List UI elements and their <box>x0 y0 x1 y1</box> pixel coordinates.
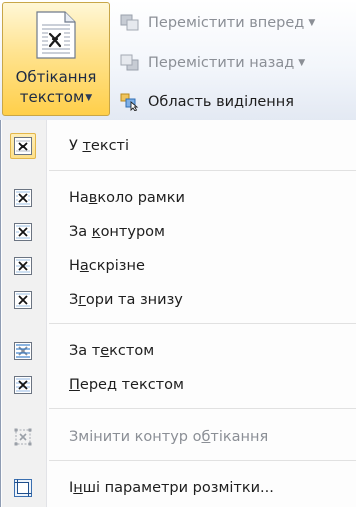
menu-item-square[interactable]: Навколо рамки <box>1 181 356 215</box>
send-backward-label: Перемістити назад <box>148 55 295 71</box>
edit-wrap-points-icon <box>14 428 32 446</box>
in-line-with-text-icon <box>14 137 32 155</box>
wrap-text-label-line2: текстом▼ <box>19 88 93 106</box>
menu-item-more-layout-options[interactable]: Інші параметри розмітки... <box>1 471 356 505</box>
menu-separator <box>49 170 356 171</box>
ribbon-arrange-group: Обтікання текстом▼ Перемістити вперед ▼ П… <box>0 0 356 120</box>
bring-forward-icon <box>120 14 139 31</box>
wrap-text-icon <box>36 11 76 59</box>
top-and-bottom-icon <box>14 291 32 309</box>
menu-item-label: Перед текстом <box>69 377 184 393</box>
wrap-text-label-line1: Обтікання <box>15 68 97 86</box>
menu-item-label: Наскрізне <box>69 258 145 274</box>
selection-pane-button[interactable]: Область виділення <box>116 89 356 115</box>
menu-separator <box>49 323 356 324</box>
in-front-of-text-icon <box>14 376 32 394</box>
menu-item-label: Інші параметри розмітки... <box>69 480 274 496</box>
selection-pane-icon <box>120 93 139 111</box>
send-backward-button[interactable]: Перемістити назад ▼ <box>116 50 356 76</box>
menu-item-label: У тексті <box>69 138 130 154</box>
menu-item-label: За контуром <box>69 224 165 240</box>
dropdown-arrow-icon: ▼ <box>298 58 306 68</box>
dropdown-arrow-icon: ▼ <box>308 18 316 28</box>
bring-forward-label: Перемістити вперед <box>148 15 305 31</box>
menu-separator <box>49 460 356 461</box>
behind-text-icon <box>14 342 32 360</box>
bring-forward-button[interactable]: Перемістити вперед ▼ <box>116 10 356 36</box>
menu-item-label: Навколо рамки <box>69 190 185 206</box>
dropdown-arrow-icon: ▼ <box>85 93 93 103</box>
menu-item-label: Змінити контур обтікання <box>69 429 269 445</box>
menu-item-tight[interactable]: За контуром <box>1 215 356 249</box>
selection-pane-label: Область виділення <box>148 94 294 110</box>
menu-item-in-front-of-text[interactable]: Перед текстом <box>1 368 356 402</box>
menu-item-edit-wrap-points[interactable]: Змінити контур обтікання <box>1 420 356 454</box>
wrap-text-menu: У тексті Навколо рамки За контуром Наскр… <box>0 120 356 507</box>
menu-item-behind-text[interactable]: За текстом <box>1 334 356 368</box>
square-wrap-icon <box>14 189 32 207</box>
menu-item-label: За текстом <box>69 343 155 359</box>
menu-separator <box>49 408 356 409</box>
menu-item-top-and-bottom[interactable]: Згори та знизу <box>1 283 356 317</box>
menu-item-label: Згори та знизу <box>69 292 183 308</box>
wrap-text-button[interactable]: Обтікання текстом▼ <box>2 2 110 116</box>
menu-item-in-line-with-text[interactable]: У тексті <box>1 129 356 163</box>
through-wrap-icon <box>14 257 32 275</box>
more-layout-options-icon <box>14 479 32 497</box>
tight-wrap-icon <box>14 223 32 241</box>
menu-item-through[interactable]: Наскрізне <box>1 249 356 283</box>
send-backward-icon <box>120 54 139 71</box>
